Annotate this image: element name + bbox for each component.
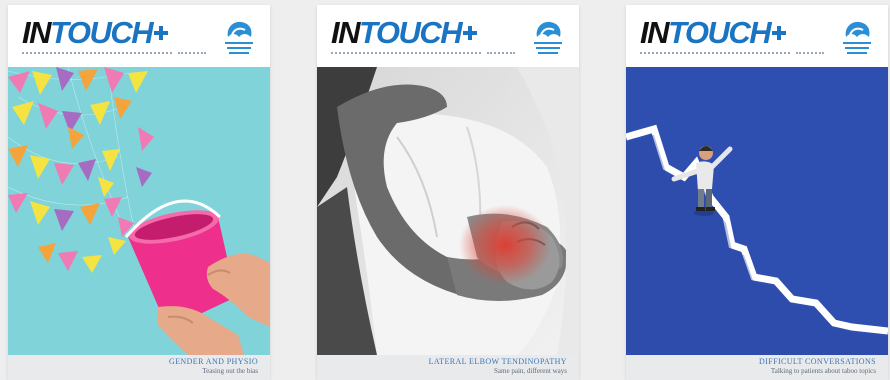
magazine-cover-gender-and-physio[interactable]: INTOUCH GENDER AND PHYSIO Teasing out th… [8,5,270,380]
cover-caption: DIFFICULT CONVERSATIONS Talking to patie… [626,355,888,380]
cover-masthead: INTOUCH [626,5,888,67]
association-logo-icon [225,21,253,54]
association-logo-icon [534,21,562,54]
cover-illustration-graph-walker [626,67,888,355]
association-logo-icon [843,21,871,54]
cover-masthead: INTOUCH [8,5,270,67]
cover-subtitle: Talking to patients about taboo topics [770,367,876,375]
masthead-tagline [640,52,790,56]
cover-photo-elbow-pain [317,67,579,355]
cover-masthead: INTOUCH [317,5,579,67]
magazine-cover-difficult-conversations[interactable]: INTOUCH DIFFICULT CONVERSATIONS Talking … [626,5,888,380]
masthead-issue [487,52,515,56]
magazine-cover-lateral-elbow-tendinopathy[interactable]: INTOUCH LATERAL ELBOW TENDINOPATHY Same … [317,5,579,380]
cover-title[interactable]: DIFFICULT CONVERSATIONS [626,357,876,367]
intouch-logo: INTOUCH [640,15,787,51]
cover-caption: LATERAL ELBOW TENDINOPATHY Same pain, di… [317,355,579,380]
intouch-logo: INTOUCH [22,15,169,51]
masthead-issue [178,52,206,56]
cover-subtitle: Teasing out the bias [202,367,258,375]
cover-title[interactable]: LATERAL ELBOW TENDINOPATHY [317,357,567,367]
masthead-tagline [22,52,172,56]
cover-illustration-bucket [8,67,270,355]
intouch-logo: INTOUCH [331,15,478,51]
masthead-issue [796,52,824,56]
cover-title[interactable]: GENDER AND PHYSIO [8,357,258,367]
masthead-tagline [331,52,481,56]
cover-subtitle: Same pain, different ways [494,367,567,375]
cover-caption: GENDER AND PHYSIO Teasing out the bias [8,355,270,380]
